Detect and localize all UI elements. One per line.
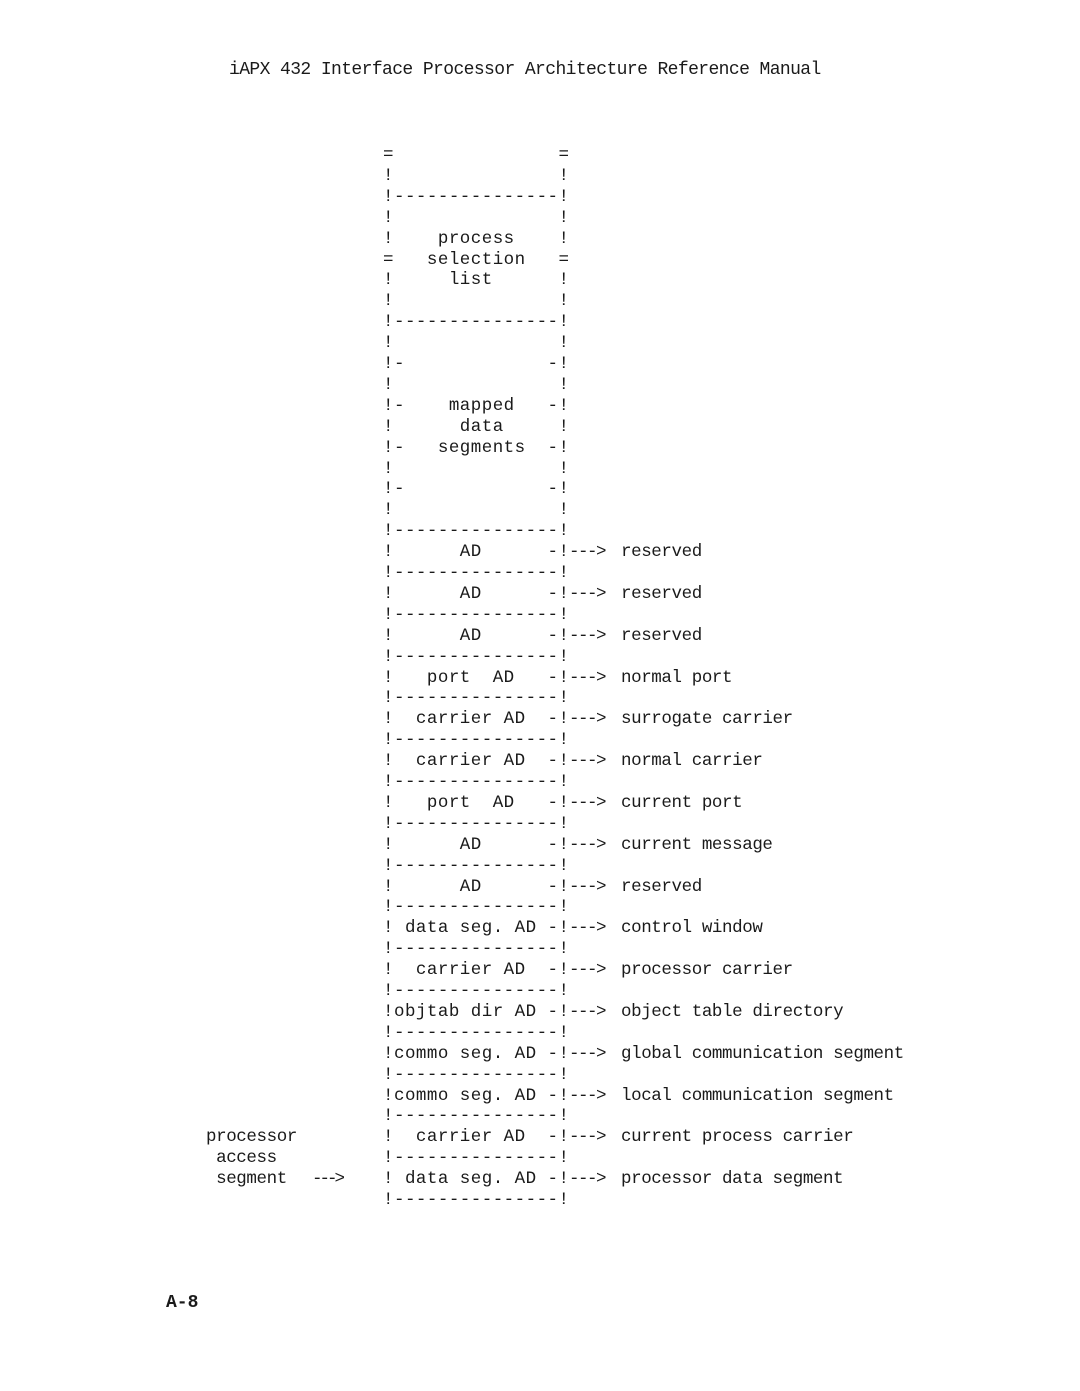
reference-arrow: ---> xyxy=(569,876,607,897)
reference-target: current process carrier xyxy=(621,1127,854,1148)
segment-cell: ! AD -! xyxy=(383,834,570,855)
reference-target: processor data segment xyxy=(621,1169,844,1190)
segment-cell: !---------------! xyxy=(383,312,570,333)
reference-target: current message xyxy=(621,834,773,855)
reference-target: reserved xyxy=(621,583,702,604)
segment-cell: ! carrier AD -! xyxy=(383,1127,570,1148)
segment-cell: !- -! xyxy=(383,479,570,500)
segment-cell: ! port AD -! xyxy=(383,792,570,813)
segment-cell: ! ! xyxy=(383,333,570,354)
segment-cell: ! data seg. AD -! xyxy=(383,918,570,939)
segment-cell: !---------------! xyxy=(383,939,570,960)
segment-cell: ! list ! xyxy=(383,270,570,291)
reference-arrow: ---> xyxy=(569,1085,607,1106)
segment-cell: !---------------! xyxy=(383,1022,570,1043)
segment-cell: ! data seg. AD -! xyxy=(383,1169,570,1190)
segment-cell: ! process ! xyxy=(383,228,570,249)
segment-cell: !- -! xyxy=(383,354,570,374)
reference-arrow: ---> xyxy=(569,625,607,646)
reference-arrow: ---> xyxy=(569,960,607,981)
reference-arrow: ---> xyxy=(569,1043,607,1064)
segment-cell: !---------------! xyxy=(383,855,570,876)
segment-cell: !---------------! xyxy=(383,604,570,625)
reference-arrow: ---> xyxy=(569,834,607,855)
reference-target: global communication segment xyxy=(621,1043,904,1064)
segment-cell: ! ! xyxy=(383,207,570,228)
segment-cell: !- mapped -! xyxy=(383,395,570,416)
segment-cell: !---------------! xyxy=(383,1106,570,1127)
reference-arrow: ---> xyxy=(569,1127,607,1148)
segment-cell: !---------------! xyxy=(383,646,570,667)
segment-cell: !- segments -! xyxy=(383,437,570,458)
segment-cell: ! data ! xyxy=(383,416,570,437)
segment-cell: ! ! xyxy=(383,458,570,479)
segment-cell: ! port AD -! xyxy=(383,667,570,688)
reference-arrow: ---> xyxy=(569,751,607,772)
segment-cell: !---------------! xyxy=(383,730,570,751)
segment-cell: !---------------! xyxy=(383,688,570,709)
segment-cell: ! carrier AD -! xyxy=(383,960,570,981)
reference-target: object table directory xyxy=(621,1001,844,1022)
reference-arrow: ---> xyxy=(569,542,607,563)
reference-target: reserved xyxy=(621,876,702,897)
reference-target: reserved xyxy=(621,542,702,563)
reference-arrow: ---> xyxy=(569,1001,607,1022)
reference-arrow: ---> xyxy=(569,918,607,939)
segment-cell: ! ! xyxy=(383,291,570,312)
segment-cell: !---------------! xyxy=(383,186,570,207)
reference-arrow: ---> xyxy=(569,667,607,688)
reference-target: reserved xyxy=(621,625,702,646)
segment-cell: !---------------! xyxy=(383,521,570,542)
reference-arrow: ---> xyxy=(569,792,607,813)
side-label: segment xyxy=(206,1169,287,1190)
segment-cell: ! AD -! xyxy=(383,625,570,646)
segment-cell: ! ! xyxy=(383,165,570,186)
reference-target: current port xyxy=(621,792,743,813)
segment-cell: = = xyxy=(383,145,570,165)
reference-arrow: ---> xyxy=(569,583,607,604)
segment-cell: !---------------! xyxy=(383,563,570,583)
segment-cell: !commo seg. AD -! xyxy=(383,1043,570,1064)
segment-cell: !---------------! xyxy=(383,1148,570,1169)
segment-cell: !---------------! xyxy=(383,897,570,918)
segment-cell: = selection = xyxy=(383,249,570,270)
reference-target: normal port xyxy=(621,667,733,688)
reference-arrow: ---> xyxy=(569,1169,607,1190)
segment-cell: ! carrier AD -! xyxy=(383,709,570,730)
segment-cell: ! carrier AD -! xyxy=(383,751,570,772)
reference-target: control window xyxy=(621,918,763,939)
segment-cell: !---------------! xyxy=(383,813,570,834)
pointer-arrow: ---> xyxy=(312,1169,345,1190)
reference-target: processor carrier xyxy=(621,960,793,981)
segment-cell: ! AD -! xyxy=(383,876,570,897)
segment-cell: ! AD -! xyxy=(383,542,570,563)
segment-cell: !---------------! xyxy=(383,772,570,792)
side-label: processor xyxy=(206,1127,297,1148)
segment-cell: !objtab dir AD -! xyxy=(383,1001,570,1022)
reference-target: surrogate carrier xyxy=(621,709,793,730)
processor-access-segment-diagram: = =entry! !!---------------!! !! process… xyxy=(0,0,1080,1391)
segment-cell: ! AD -! xyxy=(383,583,570,604)
reference-target: normal carrier xyxy=(621,751,763,772)
segment-cell: ! ! xyxy=(383,374,570,395)
segment-cell: !---------------! xyxy=(383,981,570,1001)
segment-cell: !---------------! xyxy=(383,1064,570,1085)
reference-arrow: ---> xyxy=(569,709,607,730)
side-label: access xyxy=(206,1148,277,1169)
reference-target: local communication segment xyxy=(621,1085,894,1106)
segment-cell: !commo seg. AD -! xyxy=(383,1085,570,1106)
segment-cell: !---------------! xyxy=(383,1190,570,1210)
segment-cell: ! ! xyxy=(383,500,570,521)
page-number: A-8 xyxy=(166,1293,199,1313)
